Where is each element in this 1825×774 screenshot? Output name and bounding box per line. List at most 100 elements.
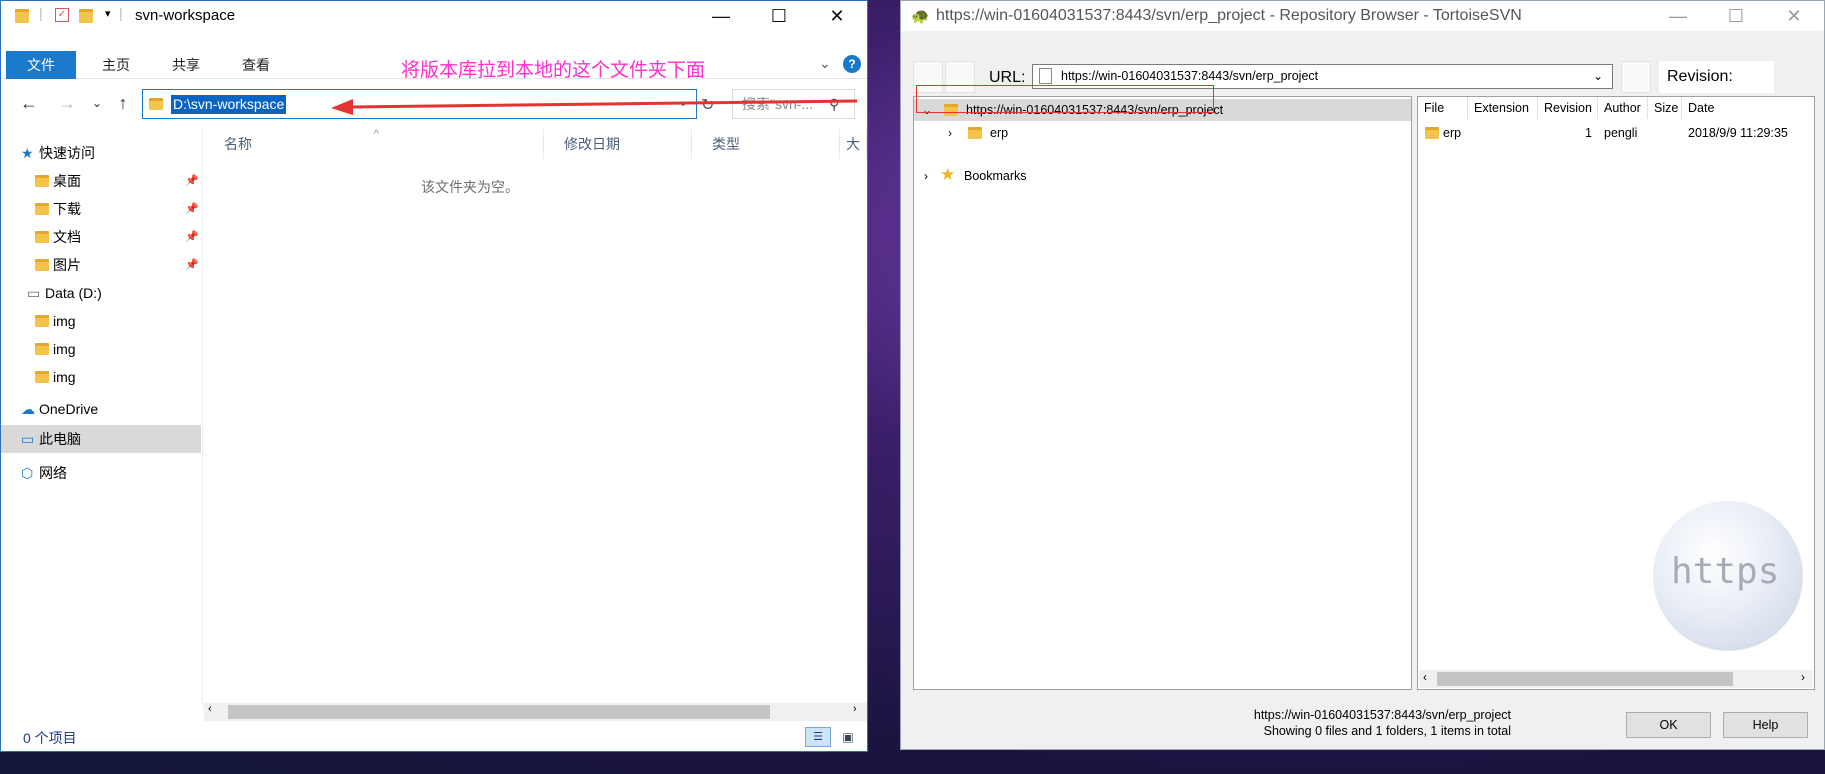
pin-icon[interactable]: 📌 xyxy=(185,167,199,195)
titlebar-divider: | xyxy=(119,5,123,21)
list-header-revision[interactable]: Revision xyxy=(1538,97,1598,119)
url-value: https://win-01604031537:8443/svn/erp_pro… xyxy=(1061,69,1319,83)
sidebar-item[interactable]: img xyxy=(1,335,201,363)
sidebar-item[interactable]: ⬡ 网络 xyxy=(1,459,201,487)
cell-author: pengli xyxy=(1604,126,1638,140)
svn-close-button[interactable]: ✕ xyxy=(1765,1,1823,31)
pin-icon[interactable]: 📌 xyxy=(185,251,199,279)
repository-tree: ⌄ https://win-01604031537:8443/svn/erp_p… xyxy=(913,85,1412,690)
sidebar-item[interactable]: 下载 📌 xyxy=(1,195,201,223)
sidebar-item[interactable]: img xyxy=(1,363,201,391)
file-icon xyxy=(1039,68,1052,84)
new-folder-icon[interactable] xyxy=(79,9,93,23)
file-explorer-window: | ✓ ▾ | svn-workspace — ☐ ✕ 文件 主页 共享 查看 … xyxy=(0,0,868,752)
tab-home[interactable]: 主页 xyxy=(81,51,151,79)
sidebar-item-label: img xyxy=(53,369,76,385)
chevron-right-icon[interactable]: › xyxy=(924,165,928,187)
list-horizontal-scrollbar[interactable]: ‹ › xyxy=(1419,670,1813,688)
large-icons-view-icon[interactable]: ▣ xyxy=(837,727,859,747)
expand-ribbon-icon[interactable]: ⌄ xyxy=(819,55,831,72)
scroll-left-icon[interactable]: ‹ xyxy=(208,703,212,715)
chevron-down-icon[interactable]: ▾ xyxy=(105,7,111,20)
star-icon: ★ xyxy=(940,165,956,184)
document-folder-icon xyxy=(35,231,49,243)
scrollbar-thumb[interactable] xyxy=(1437,672,1733,686)
sidebar-item[interactable]: 文档 📌 xyxy=(1,223,201,251)
ok-button[interactable]: OK xyxy=(1626,712,1711,738)
minimize-button[interactable]: — xyxy=(692,1,750,31)
details-view-icon[interactable]: ☰ xyxy=(805,727,831,747)
status-url: https://win-01604031537:8443/svn/erp_pro… xyxy=(1253,708,1511,722)
highlight-box xyxy=(916,85,1214,113)
sidebar-item-label: OneDrive xyxy=(39,401,99,417)
cell-revision: 1 xyxy=(1585,126,1592,140)
horizontal-scrollbar[interactable]: ‹ › xyxy=(204,703,867,721)
scroll-right-icon[interactable]: › xyxy=(853,703,857,715)
tab-share[interactable]: 共享 xyxy=(151,51,221,79)
scroll-right-icon[interactable]: › xyxy=(1801,670,1805,684)
folder-icon xyxy=(35,343,49,355)
list-header-author[interactable]: Author xyxy=(1598,97,1648,119)
picture-folder-icon xyxy=(35,259,49,271)
list-header-file[interactable]: File xyxy=(1418,97,1468,119)
svn-toolbar-button[interactable] xyxy=(1621,61,1651,93)
annotation-text: 将版本库拉到本地的这个文件夹下面 xyxy=(401,59,706,81)
sidebar-item-label: img xyxy=(53,313,76,329)
svn-minimize-button[interactable]: — xyxy=(1649,1,1707,31)
folder-icon xyxy=(1425,127,1439,139)
status-bar: 0 个项目 ☰ ▣ xyxy=(1,723,867,751)
sidebar-item[interactable]: 图片 📌 xyxy=(1,251,201,279)
folder-icon xyxy=(35,175,49,187)
scroll-left-icon[interactable]: ‹ xyxy=(1423,670,1427,684)
sidebar-item[interactable]: ☁ OneDrive xyxy=(1,395,201,423)
list-header-size[interactable]: Size xyxy=(1648,97,1682,119)
properties-icon[interactable]: ✓ xyxy=(55,8,69,22)
address-path[interactable]: D:\svn-workspace xyxy=(171,95,287,114)
back-arrow-icon[interactable]: ← xyxy=(19,93,39,113)
sidebar-item[interactable]: img xyxy=(1,307,201,335)
chevron-right-icon[interactable]: › xyxy=(948,122,952,144)
pin-icon[interactable]: 📌 xyxy=(185,223,199,251)
folder-icon xyxy=(35,315,49,327)
arrow-shaft xyxy=(350,99,858,109)
maximize-button[interactable]: ☐ xyxy=(750,1,808,31)
sidebar-item[interactable]: ▭ Data (D:) xyxy=(1,279,201,307)
tree-child-row[interactable]: › erp xyxy=(914,122,1411,144)
revision-button[interactable]: Revision: xyxy=(1659,61,1774,93)
url-dropdown-icon[interactable]: ⌄ xyxy=(1593,65,1603,88)
tree-bookmarks-row[interactable]: › ★ Bookmarks xyxy=(914,165,1411,187)
list-header-date[interactable]: Date xyxy=(1682,97,1816,119)
cell-file: erp xyxy=(1443,126,1462,140)
sidebar-item-label: 网络 xyxy=(39,465,67,481)
list-header-extension[interactable]: Extension xyxy=(1468,97,1538,119)
sidebar-item-label: 此电脑 xyxy=(39,431,81,447)
window-title: svn-workspace xyxy=(135,7,236,24)
close-button[interactable]: ✕ xyxy=(808,1,866,31)
sidebar-item[interactable]: ▭ 此电脑 xyxy=(1,425,201,453)
sidebar-item[interactable]: 桌面 📌 xyxy=(1,167,201,195)
recent-locations-icon[interactable]: ⌄ xyxy=(87,93,107,113)
repository-browser-window: 🐢 https://win-01604031537:8443/svn/erp_p… xyxy=(900,0,1825,750)
bookmarks-label: Bookmarks xyxy=(964,169,1027,183)
pin-icon[interactable]: 📌 xyxy=(185,195,199,223)
up-arrow-icon[interactable]: ↑ xyxy=(113,93,133,113)
scrollbar-thumb[interactable] xyxy=(228,705,770,719)
folder-icon xyxy=(15,9,29,23)
tortoise-app-icon: 🐢 xyxy=(911,8,930,25)
column-size[interactable]: 大 xyxy=(840,129,867,159)
svn-maximize-button[interactable]: ☐ xyxy=(1707,1,1765,31)
tree-child-label: erp xyxy=(990,126,1009,140)
titlebar-divider: | xyxy=(39,5,43,21)
sidebar-item-label: Data (D:) xyxy=(45,285,102,301)
folder-icon xyxy=(149,98,163,110)
table-row[interactable]: erp 1 pengli 2018/9/9 11:29:35 xyxy=(1418,123,1814,143)
help-button[interactable]: Help xyxy=(1723,712,1808,738)
tab-view[interactable]: 查看 xyxy=(221,51,291,79)
forward-arrow-icon[interactable]: → xyxy=(57,93,77,113)
tab-file[interactable]: 文件 xyxy=(6,51,76,79)
column-modified[interactable]: 修改日期 xyxy=(544,129,692,159)
help-icon[interactable]: ? xyxy=(843,55,861,73)
sidebar-item[interactable]: ★ 快速访问 xyxy=(1,139,201,167)
column-type[interactable]: 类型 xyxy=(692,129,840,159)
arrow-head xyxy=(331,99,353,115)
